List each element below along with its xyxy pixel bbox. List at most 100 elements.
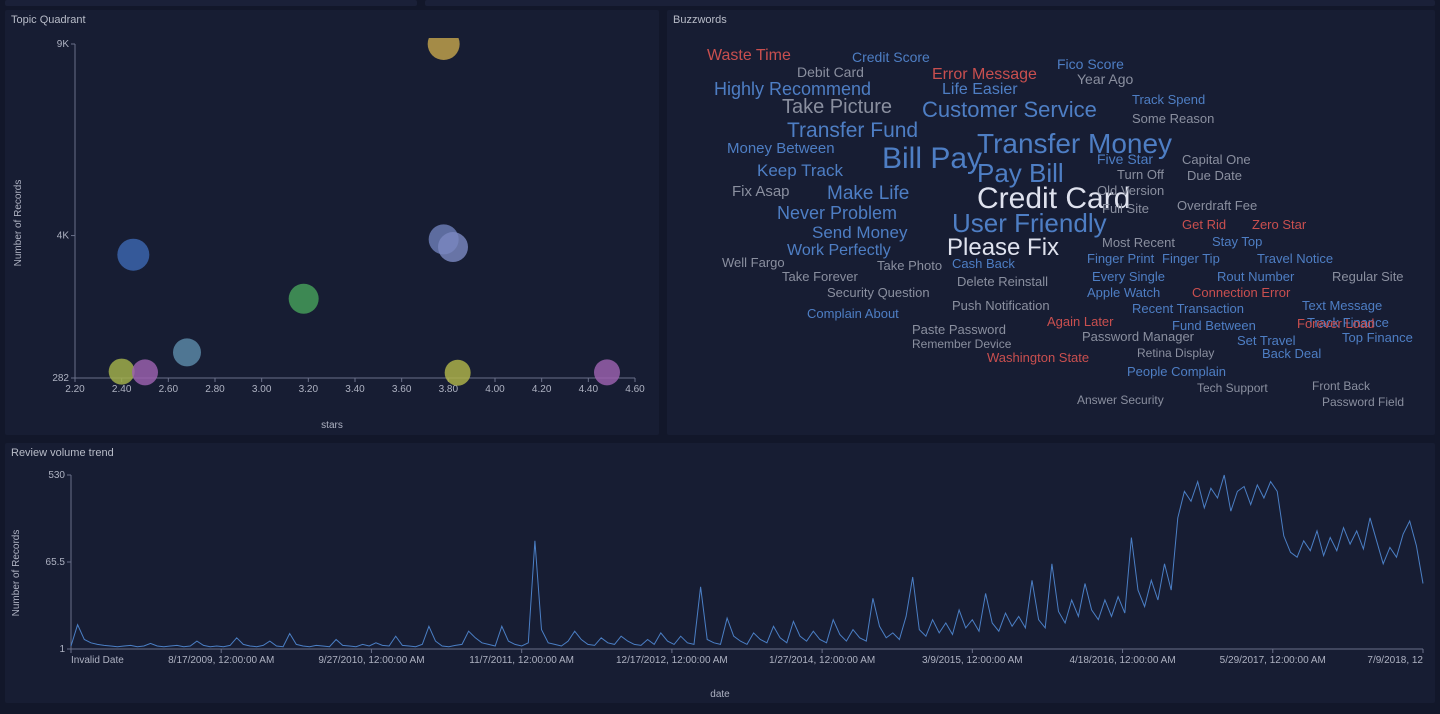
buzzword[interactable]: Tech Support <box>1197 382 1268 394</box>
buzzwords-title: Buzzwords <box>673 14 727 26</box>
trend-x-label: date <box>710 689 729 700</box>
buzzword[interactable]: Regular Site <box>1332 270 1404 283</box>
svg-text:3.40: 3.40 <box>345 384 365 395</box>
buzzword[interactable]: Recent Transaction <box>1132 302 1244 315</box>
buzzword[interactable]: Front Back <box>1312 380 1370 392</box>
svg-text:530: 530 <box>48 471 65 481</box>
buzzword[interactable]: Finger Print <box>1087 252 1154 265</box>
buzzword[interactable]: Fix Asap <box>732 184 790 199</box>
buzzword[interactable]: Pay Bill <box>977 160 1064 186</box>
buzzword[interactable]: Credit Score <box>852 50 930 64</box>
buzzword[interactable]: Most Recent <box>1102 236 1175 249</box>
buzzword[interactable]: Year Ago <box>1077 72 1133 86</box>
buzzword[interactable]: Well Fargo <box>722 256 785 269</box>
svg-text:7/9/2018, 12: 7/9/2018, 12 <box>1367 655 1423 666</box>
buzzword[interactable]: Work Perfectly <box>787 243 891 259</box>
svg-text:2.40: 2.40 <box>112 384 132 395</box>
buzzword[interactable]: Customer Service <box>922 99 1097 121</box>
scatter-chart[interactable]: 2824K9K2.202.402.602.803.003.203.403.603… <box>45 38 645 408</box>
buzzword[interactable]: Again Later <box>1047 315 1114 328</box>
buzzword[interactable]: Life Easier <box>942 82 1018 98</box>
svg-text:Invalid Date: Invalid Date <box>71 655 124 666</box>
buzzword[interactable]: Zero Star <box>1252 218 1306 231</box>
svg-text:1: 1 <box>59 644 65 655</box>
buzzword[interactable]: Due Date <box>1187 169 1242 182</box>
scatter-y-label: Number of Records <box>13 179 24 266</box>
buzzword[interactable]: Answer Security <box>1077 394 1164 406</box>
buzzword[interactable]: Finger Tip <box>1162 252 1220 265</box>
svg-text:4.00: 4.00 <box>485 384 505 395</box>
buzzword[interactable]: Text Message <box>1302 299 1382 312</box>
buzzword[interactable]: Travel Notice <box>1257 252 1333 265</box>
svg-text:3.60: 3.60 <box>392 384 412 395</box>
buzzword[interactable]: Track Spend <box>1132 93 1205 106</box>
buzzword[interactable]: Error Message <box>932 67 1037 83</box>
review-trend-title: Review volume trend <box>11 447 114 459</box>
buzzword[interactable]: Fico Score <box>1057 57 1124 71</box>
svg-text:1/27/2014, 12:00:00 AM: 1/27/2014, 12:00:00 AM <box>769 655 875 666</box>
buzzword[interactable]: Five Star <box>1097 152 1153 166</box>
buzzword[interactable]: Stay Top <box>1212 235 1262 248</box>
buzzword[interactable]: Money Between <box>727 141 835 156</box>
svg-text:4.20: 4.20 <box>532 384 552 395</box>
buzzword[interactable]: Retina Display <box>1137 347 1214 359</box>
buzzword[interactable]: Delete Reinstall <box>957 275 1048 288</box>
buzzword[interactable]: Take Picture <box>782 97 892 117</box>
buzzword[interactable]: Keep Track <box>757 162 843 179</box>
buzzword[interactable]: Old Version <box>1097 184 1164 197</box>
buzzword[interactable]: Complain About <box>807 307 899 320</box>
buzzword[interactable]: Password Manager <box>1082 330 1194 343</box>
buzzword[interactable]: Paste Password <box>912 323 1006 336</box>
buzzword[interactable]: Highly Recommend <box>714 80 871 98</box>
buzzword[interactable]: Get Rid <box>1182 218 1226 231</box>
buzzword[interactable]: Send Money <box>812 224 907 241</box>
buzzword[interactable]: Forever Load <box>1297 317 1374 330</box>
buzzword[interactable]: Transfer Fund <box>787 120 918 141</box>
svg-text:3.20: 3.20 <box>299 384 319 395</box>
buzzword[interactable]: Never Problem <box>777 204 897 222</box>
svg-text:12/17/2012, 12:00:00 AM: 12/17/2012, 12:00:00 AM <box>616 655 728 666</box>
buzzword[interactable]: Make Life <box>827 184 909 203</box>
buzzword[interactable]: Waste Time <box>707 48 791 64</box>
buzzword[interactable]: Take Forever <box>782 270 858 283</box>
buzzword[interactable]: Full Site <box>1102 202 1149 215</box>
svg-text:4K: 4K <box>57 231 70 242</box>
buzzword[interactable]: Every Single <box>1092 270 1165 283</box>
buzzword[interactable]: Washington State <box>987 351 1089 364</box>
buzzword[interactable]: People Complain <box>1127 365 1226 378</box>
svg-text:4/18/2016, 12:00:00 AM: 4/18/2016, 12:00:00 AM <box>1069 655 1175 666</box>
svg-text:265.5: 265.5 <box>45 557 65 568</box>
ghost-panel-1 <box>5 0 417 6</box>
svg-text:2.80: 2.80 <box>205 384 225 395</box>
scatter-x-label: stars <box>321 420 343 431</box>
svg-text:282: 282 <box>52 373 69 384</box>
buzzword[interactable]: Password Field <box>1322 396 1404 408</box>
buzzword[interactable]: Cash Back <box>952 257 1015 270</box>
svg-text:4.40: 4.40 <box>579 384 599 395</box>
svg-text:3/9/2015, 12:00:00 AM: 3/9/2015, 12:00:00 AM <box>922 655 1023 666</box>
word-cloud[interactable]: Credit CardBill PayTransfer MoneyPay Bil… <box>677 34 1425 427</box>
buzzword[interactable]: Security Question <box>827 286 930 299</box>
svg-text:9/27/2010, 12:00:00 AM: 9/27/2010, 12:00:00 AM <box>318 655 424 666</box>
buzzword[interactable]: Overdraft Fee <box>1177 199 1257 212</box>
buzzword[interactable]: Debit Card <box>797 65 864 79</box>
svg-text:3.80: 3.80 <box>439 384 459 395</box>
svg-text:2.20: 2.20 <box>65 384 85 395</box>
svg-text:11/7/2011, 12:00:00 AM: 11/7/2011, 12:00:00 AM <box>469 655 574 666</box>
buzzword[interactable]: Top Finance <box>1342 331 1413 344</box>
buzzword[interactable]: Rout Number <box>1217 270 1294 283</box>
buzzword[interactable]: Some Reason <box>1132 112 1214 125</box>
svg-text:3.00: 3.00 <box>252 384 272 395</box>
buzzwords-panel: Buzzwords Credit CardBill PayTransfer Mo… <box>667 10 1435 435</box>
buzzword[interactable]: Turn Off <box>1117 168 1164 181</box>
trend-chart[interactable]: 1265.5530Invalid Date8/17/2009, 12:00:00… <box>45 471 1427 667</box>
buzzword[interactable]: User Friendly <box>952 210 1107 236</box>
buzzword[interactable]: Take Photo <box>877 259 942 272</box>
buzzword[interactable]: Capital One <box>1182 153 1251 166</box>
buzzword[interactable]: Back Deal <box>1262 347 1321 360</box>
buzzword[interactable]: Bill Pay <box>882 144 982 174</box>
buzzword[interactable]: Push Notification <box>952 299 1050 312</box>
buzzword[interactable]: Remember Device <box>912 338 1011 350</box>
buzzword[interactable]: Connection Error <box>1192 286 1290 299</box>
buzzword[interactable]: Apple Watch <box>1087 286 1160 299</box>
